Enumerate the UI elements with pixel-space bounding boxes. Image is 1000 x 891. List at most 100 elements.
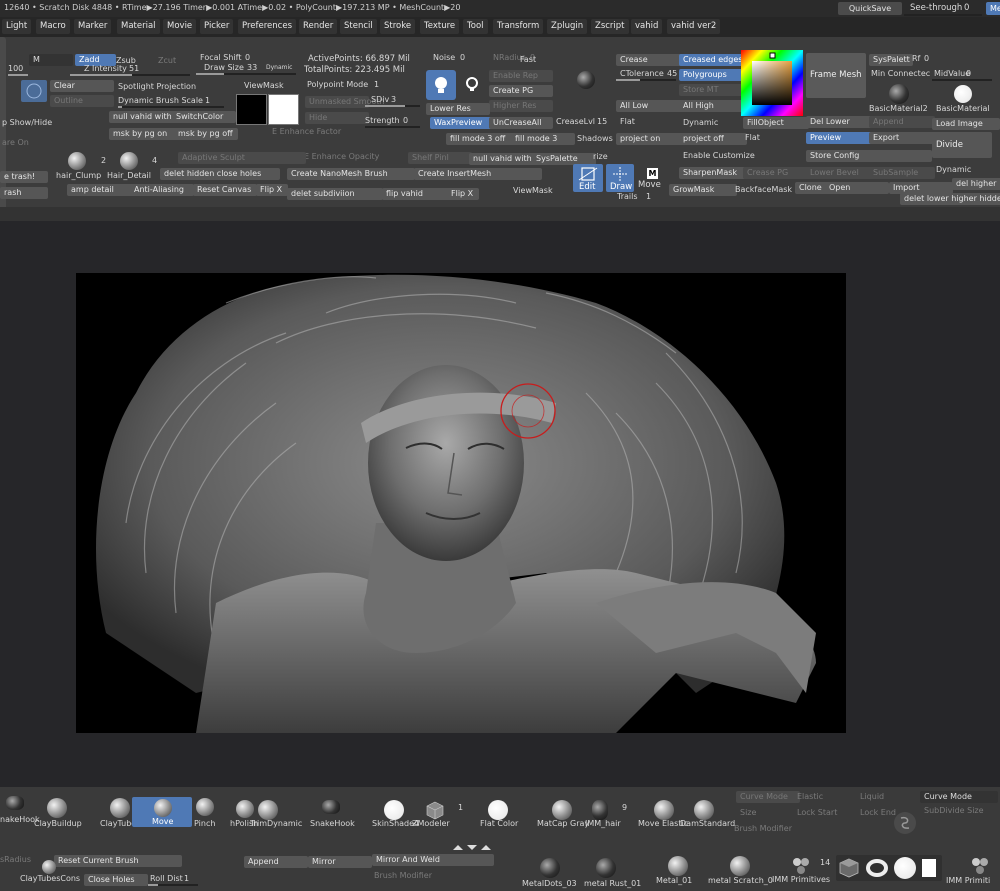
flat2-label[interactable]: Flat bbox=[745, 133, 760, 142]
fast-button[interactable]: Fast bbox=[520, 55, 536, 64]
canvas-viewport[interactable] bbox=[76, 273, 846, 733]
enable-customize[interactable]: Enable Customize bbox=[683, 151, 755, 160]
menu-material[interactable]: Material bbox=[117, 19, 160, 34]
menu-macro[interactable]: Macro bbox=[36, 19, 70, 34]
hair-clump-label[interactable]: hair_Clump bbox=[56, 171, 101, 180]
menu-zscript[interactable]: Zscript bbox=[591, 19, 629, 34]
crease-button[interactable]: Crease bbox=[616, 54, 684, 66]
edit-mode-button[interactable]: Edit bbox=[573, 164, 603, 192]
brush-pinch[interactable]: Pinch bbox=[194, 819, 215, 828]
amp-detail-button[interactable]: amp detail bbox=[67, 184, 135, 196]
dynamic-brush-scale-slider[interactable] bbox=[118, 106, 224, 108]
lock-start-label[interactable]: Lock Start bbox=[797, 808, 837, 817]
brush-snakehook-2[interactable]: SnakeHook bbox=[310, 819, 355, 828]
see-through-slider[interactable] bbox=[904, 14, 982, 16]
menu-stencil[interactable]: Stencil bbox=[340, 19, 377, 34]
del-higher-button[interactable]: del higher bbox=[952, 178, 1000, 190]
metaldots-material-icon[interactable] bbox=[540, 858, 560, 878]
trash-button-2[interactable]: rash bbox=[0, 187, 48, 199]
polygroups-button[interactable]: Polygroups bbox=[679, 69, 747, 81]
basic-material2-sphere[interactable] bbox=[889, 84, 909, 104]
lower-res-button[interactable]: Lower Res bbox=[426, 103, 490, 115]
fill-mode-3-button[interactable]: fill mode 3 bbox=[511, 133, 575, 145]
faint-button-enable-rep[interactable]: Enable Rep bbox=[489, 70, 553, 82]
liquid-label[interactable]: Liquid bbox=[860, 792, 884, 801]
msk-by-pg-on-button[interactable]: msk by pg on bbox=[109, 128, 177, 140]
faint-button-store-mt[interactable]: Store MT bbox=[679, 84, 747, 96]
syspalette-button[interactable]: SysPalett bbox=[869, 54, 913, 66]
delet-subdivision-button[interactable]: delet subdiviion bbox=[287, 188, 383, 200]
sdiv-slider[interactable] bbox=[365, 105, 420, 107]
faint-button-shelf[interactable]: Shelf Pinl bbox=[408, 152, 472, 164]
move-elastic-brush-icon[interactable] bbox=[654, 800, 674, 820]
faint-button-1[interactable]: Unmasked Smooth bbox=[305, 96, 385, 108]
null-vahid-with-button-2[interactable]: null vahid with bbox=[469, 153, 537, 165]
mirror-and-weld-button[interactable]: Mirror And Weld bbox=[372, 854, 494, 866]
divide-button[interactable]: Divide bbox=[932, 132, 992, 158]
claytubes-brush-icon[interactable] bbox=[110, 798, 130, 818]
delet-hidden-close-holes-button[interactable]: delet hidden close holes bbox=[160, 168, 280, 180]
outline-button[interactable]: Outline bbox=[50, 95, 114, 107]
faint-button-lower-bevel[interactable]: Lower Bevel bbox=[806, 167, 874, 179]
sphere-tool-icon[interactable] bbox=[894, 857, 916, 879]
roll-dist-slider[interactable] bbox=[148, 884, 198, 886]
lock-end-label[interactable]: Lock End bbox=[860, 808, 896, 817]
uncrease-all-button[interactable]: UnCreaseAll bbox=[489, 117, 553, 129]
draw-mode-button[interactable]: Draw bbox=[606, 164, 634, 192]
creased-edges-button[interactable]: Creased edges bbox=[679, 54, 747, 66]
brush-imm-primitives[interactable]: IMM Primitives bbox=[772, 875, 830, 884]
clear-button[interactable]: Clear bbox=[50, 80, 114, 92]
switch-color-button[interactable]: SwitchColor bbox=[172, 111, 236, 123]
hair-clump-icon[interactable] bbox=[68, 152, 86, 170]
menu-marker[interactable]: Marker bbox=[74, 19, 112, 34]
brush-imm-primitives-2[interactable]: IMM Primiti bbox=[946, 876, 990, 885]
menu-preferences[interactable]: Preferences bbox=[238, 19, 296, 34]
shadows-label[interactable]: Shadows bbox=[577, 134, 613, 143]
preview-button[interactable]: Preview bbox=[806, 132, 874, 144]
bulb-on-icon[interactable] bbox=[426, 70, 456, 100]
pinch-brush-icon[interactable] bbox=[196, 798, 214, 816]
material-flat-color[interactable]: Flat Color bbox=[480, 819, 518, 828]
matcap-gray-material-icon[interactable] bbox=[552, 800, 572, 820]
backface-mask[interactable]: BackfaceMask bbox=[735, 185, 792, 194]
material-matcap-gray[interactable]: MatCap Gray bbox=[537, 819, 589, 828]
flat-color-material-icon[interactable] bbox=[488, 800, 508, 820]
hair-detail-label[interactable]: Hair_Detail bbox=[107, 171, 151, 180]
brush-claytubescons[interactable]: ClayTubesCons bbox=[20, 874, 80, 883]
menu-render[interactable]: Render bbox=[299, 19, 338, 34]
z-intensity-slider[interactable] bbox=[70, 74, 190, 76]
imm-hair-brush-icon[interactable] bbox=[592, 800, 608, 820]
hpolish-brush-icon[interactable] bbox=[236, 800, 254, 818]
faint-button-append[interactable]: Append bbox=[869, 116, 935, 128]
rgb-intensity-slider[interactable] bbox=[8, 74, 28, 76]
close-holes-button[interactable]: Close Holes bbox=[84, 874, 148, 886]
project-off-button[interactable]: project off bbox=[679, 133, 747, 145]
material-metaldots[interactable]: MetalDots_03 bbox=[522, 879, 577, 888]
metal-rust-material-icon[interactable] bbox=[596, 858, 616, 878]
brush-imm-hair[interactable]: IMM_hair bbox=[585, 819, 621, 828]
stroke-icon[interactable] bbox=[21, 80, 47, 102]
show-hide-label[interactable]: p Show/Hide bbox=[2, 118, 52, 127]
null-vahid-with-button[interactable]: null vahid with bbox=[109, 111, 177, 123]
brush-claybuildup[interactable]: ClayBuildup bbox=[34, 819, 82, 828]
menu-vahid-ver2[interactable]: vahid ver2 bbox=[667, 19, 721, 34]
metal-scratch-material-icon[interactable] bbox=[730, 856, 750, 876]
wax-preview-button[interactable]: WaxPreview bbox=[430, 117, 494, 129]
ring-tool-icon[interactable] bbox=[866, 858, 888, 878]
flip-x-button-2[interactable]: Flip X bbox=[447, 188, 479, 200]
strength-slider[interactable] bbox=[365, 126, 420, 128]
all-low-button[interactable]: All Low bbox=[616, 100, 684, 112]
imm-primitives-icon-2[interactable] bbox=[970, 856, 990, 876]
elastic-label[interactable]: Elastic bbox=[797, 792, 823, 801]
bulb-icon[interactable] bbox=[460, 72, 484, 98]
menu-zplugin[interactable]: Zplugin bbox=[547, 19, 588, 34]
damstandard-brush-icon[interactable] bbox=[694, 800, 714, 820]
flat-label[interactable]: Flat bbox=[620, 117, 635, 126]
create-insertmesh-button[interactable]: Create InsertMesh bbox=[414, 168, 542, 180]
material-sphere-icon[interactable] bbox=[577, 71, 595, 89]
menus-button[interactable]: Me bbox=[986, 2, 1000, 15]
del-lower-button[interactable]: Del Lower bbox=[806, 116, 874, 128]
append-button[interactable]: Append bbox=[244, 856, 308, 868]
faint-button-adaptive[interactable]: Adaptive Sculpt bbox=[178, 152, 306, 164]
fill-mode-3-off-button[interactable]: fill mode 3 off bbox=[446, 133, 514, 145]
